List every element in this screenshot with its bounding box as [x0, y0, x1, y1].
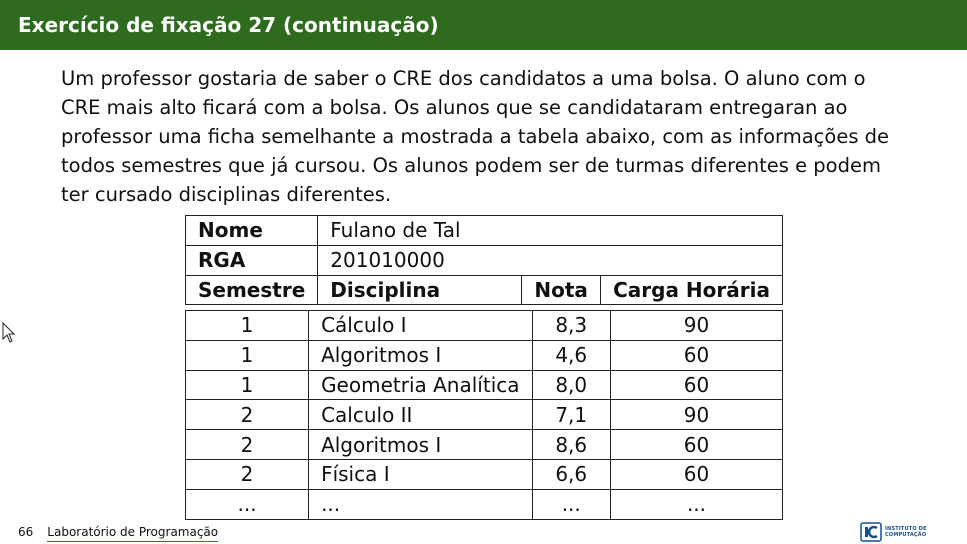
nota-cell: 4,6: [531, 339, 611, 371]
slide-title-bar: Exercício de fixação 27 (continuação): [0, 0, 967, 50]
table-row: 2 Algoritmos I 8,6 60: [184, 429, 784, 460]
exercise-paragraph: Um professor gostaria de saber o CRE dos…: [61, 67, 890, 206]
disciplina-cell: Algoritmos I: [308, 429, 533, 460]
carga-cell: 60: [609, 339, 784, 371]
disciplina-cell: Cálculo I: [308, 310, 533, 341]
disciplina-cell: Física I: [308, 458, 533, 490]
nota-cell: 7,1: [531, 399, 611, 431]
nota-cell: ...: [531, 488, 611, 520]
header-disciplina: Disciplina: [317, 274, 523, 306]
semestre-cell: ...: [184, 488, 310, 520]
table-row: 2 Física I 6,6 60: [184, 458, 784, 490]
disciplina-cell: ...: [308, 488, 533, 520]
disciplina-cell: Calculo II: [308, 399, 533, 431]
rga-label: RGA: [184, 244, 319, 276]
header-nota: Nota: [521, 274, 602, 306]
nota-cell: 8,0: [531, 369, 611, 401]
semestre-cell: 2: [184, 399, 310, 431]
name-row: Nome Fulano de Tal: [184, 215, 783, 246]
table-row: 1 Algoritmos I 4,6 60: [184, 339, 784, 371]
semestre-cell: 2: [184, 458, 310, 490]
carga-cell: 60: [609, 458, 784, 490]
header-carga-horaria: Carga Horária: [600, 274, 783, 306]
slide-title: Exercício de fixação 27 (continuação): [18, 13, 439, 37]
ellipsis-row: ... ... ... ...: [184, 488, 784, 520]
carga-cell: ...: [609, 488, 784, 520]
rga-value: 201010000: [317, 244, 783, 276]
column-headers-row: Semestre Disciplina Nota Carga Horária: [184, 274, 783, 306]
table-row: 2 Calculo II 7,1 90: [184, 399, 784, 431]
ic-logo-icon: [860, 522, 882, 542]
rga-row: RGA 201010000: [184, 244, 783, 276]
institute-logo: INSTITUTO DE COMPUTAÇÃO: [860, 522, 927, 542]
course-title: Laboratório de Programação: [47, 525, 219, 542]
mouse-pointer-icon: [2, 322, 16, 343]
semestre-cell: 1: [184, 369, 310, 401]
nota-cell: 8,6: [531, 429, 611, 460]
header-semestre: Semestre: [184, 274, 319, 306]
logo-text: INSTITUTO DE COMPUTAÇÃO: [885, 526, 927, 538]
table-row: 1 Geometria Analítica 8,0 60: [184, 369, 784, 401]
grades-table: 1 Cálculo I 8,3 90 1 Algoritmos I 4,6 60…: [184, 310, 784, 520]
carga-cell: 60: [609, 369, 784, 401]
nota-cell: 6,6: [531, 458, 611, 490]
semestre-cell: 2: [184, 429, 310, 460]
carga-cell: 60: [609, 429, 784, 460]
logo-line-2: COMPUTAÇÃO: [885, 532, 927, 538]
student-info-table: Nome Fulano de Tal RGA 201010000 Semestr…: [184, 215, 783, 306]
carga-cell: 90: [609, 399, 784, 431]
nota-cell: 8,3: [531, 310, 611, 341]
page-number: 66: [18, 525, 34, 539]
carga-cell: 90: [609, 310, 784, 341]
name-label: Nome: [184, 215, 319, 246]
name-value: Fulano de Tal: [317, 215, 783, 246]
slide-footer: 66 Laboratório de Programação: [18, 525, 219, 542]
semestre-cell: 1: [184, 310, 310, 341]
semestre-cell: 1: [184, 339, 310, 371]
table-row: 1 Cálculo I 8,3 90: [184, 310, 784, 341]
disciplina-cell: Algoritmos I: [308, 339, 533, 371]
disciplina-cell: Geometria Analítica: [308, 369, 533, 401]
